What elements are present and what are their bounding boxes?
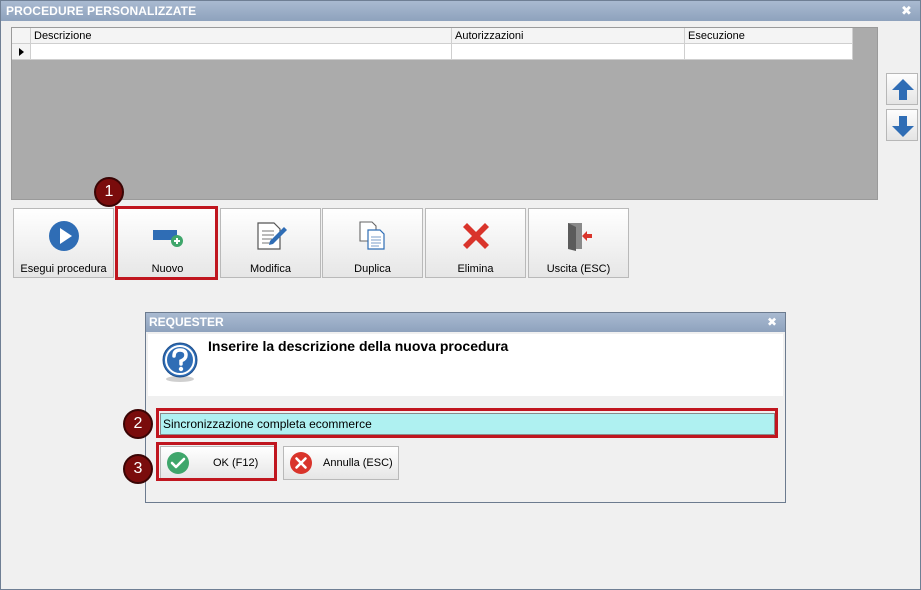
current-row-arrow-icon	[19, 48, 24, 56]
callout-badge-2: 2	[123, 409, 153, 439]
callout-highlight-input	[156, 408, 778, 438]
dialog-title: REQUESTER	[149, 315, 224, 329]
duplicate-button[interactable]: Duplica	[322, 208, 423, 278]
cancel-icon	[290, 452, 312, 474]
window-title: PROCEDURE PERSONALIZZATE	[6, 4, 197, 18]
main-window: PROCEDURE PERSONALIZZATE ✖ Descrizione A…	[0, 0, 921, 590]
grid-header-corner	[12, 28, 31, 44]
arrow-up-icon	[892, 79, 914, 100]
duplicate-label: Duplica	[354, 263, 391, 275]
callout-badge-1: 1	[94, 177, 124, 207]
row-cell-autorizzazioni[interactable]	[452, 44, 685, 60]
column-header-descrizione[interactable]: Descrizione	[31, 28, 452, 44]
edit-label: Modifica	[250, 263, 291, 275]
column-header-autorizzazioni[interactable]: Autorizzazioni	[452, 28, 685, 44]
delete-button[interactable]: Elimina	[425, 208, 526, 278]
dialog-message: Inserire la descrizione della nuova proc…	[208, 338, 509, 354]
cancel-button[interactable]: Annulla (ESC)	[283, 446, 399, 480]
play-icon	[49, 221, 79, 251]
row-cell-descrizione[interactable]	[31, 44, 452, 60]
dialog-message-area: Inserire la descrizione della nuova proc…	[148, 334, 783, 396]
callout-highlight-ok	[156, 442, 277, 481]
question-icon	[162, 342, 198, 382]
window-titlebar: PROCEDURE PERSONALIZZATE ✖	[1, 1, 920, 21]
callout-badge-3: 3	[123, 454, 153, 484]
edit-icon	[257, 222, 287, 250]
edit-button[interactable]: Modifica	[220, 208, 321, 278]
move-up-button[interactable]	[886, 73, 918, 105]
delete-icon	[463, 223, 489, 249]
exit-button[interactable]: Uscita (ESC)	[528, 208, 629, 278]
duplicate-icon	[359, 221, 385, 250]
delete-label: Elimina	[457, 263, 494, 275]
row-cell-esecuzione[interactable]	[685, 44, 853, 60]
arrow-down-icon	[892, 116, 914, 137]
run-procedure-button[interactable]: Esegui procedura	[13, 208, 114, 278]
run-procedure-label: Esegui procedura	[20, 263, 107, 275]
dialog-titlebar: REQUESTER ✖	[146, 313, 785, 332]
callout-highlight-nuovo	[115, 206, 218, 280]
exit-icon	[568, 223, 592, 251]
window-close-icon[interactable]: ✖	[901, 1, 912, 21]
dialog-close-icon[interactable]: ✖	[767, 313, 777, 332]
cancel-label: Annulla (ESC)	[323, 457, 393, 469]
exit-label: Uscita (ESC)	[546, 263, 611, 275]
move-down-button[interactable]	[886, 109, 918, 141]
column-header-esecuzione[interactable]: Esecuzione	[685, 28, 853, 44]
row-selector[interactable]	[12, 44, 31, 60]
procedures-grid[interactable]: Descrizione Autorizzazioni Esecuzione	[11, 27, 878, 200]
